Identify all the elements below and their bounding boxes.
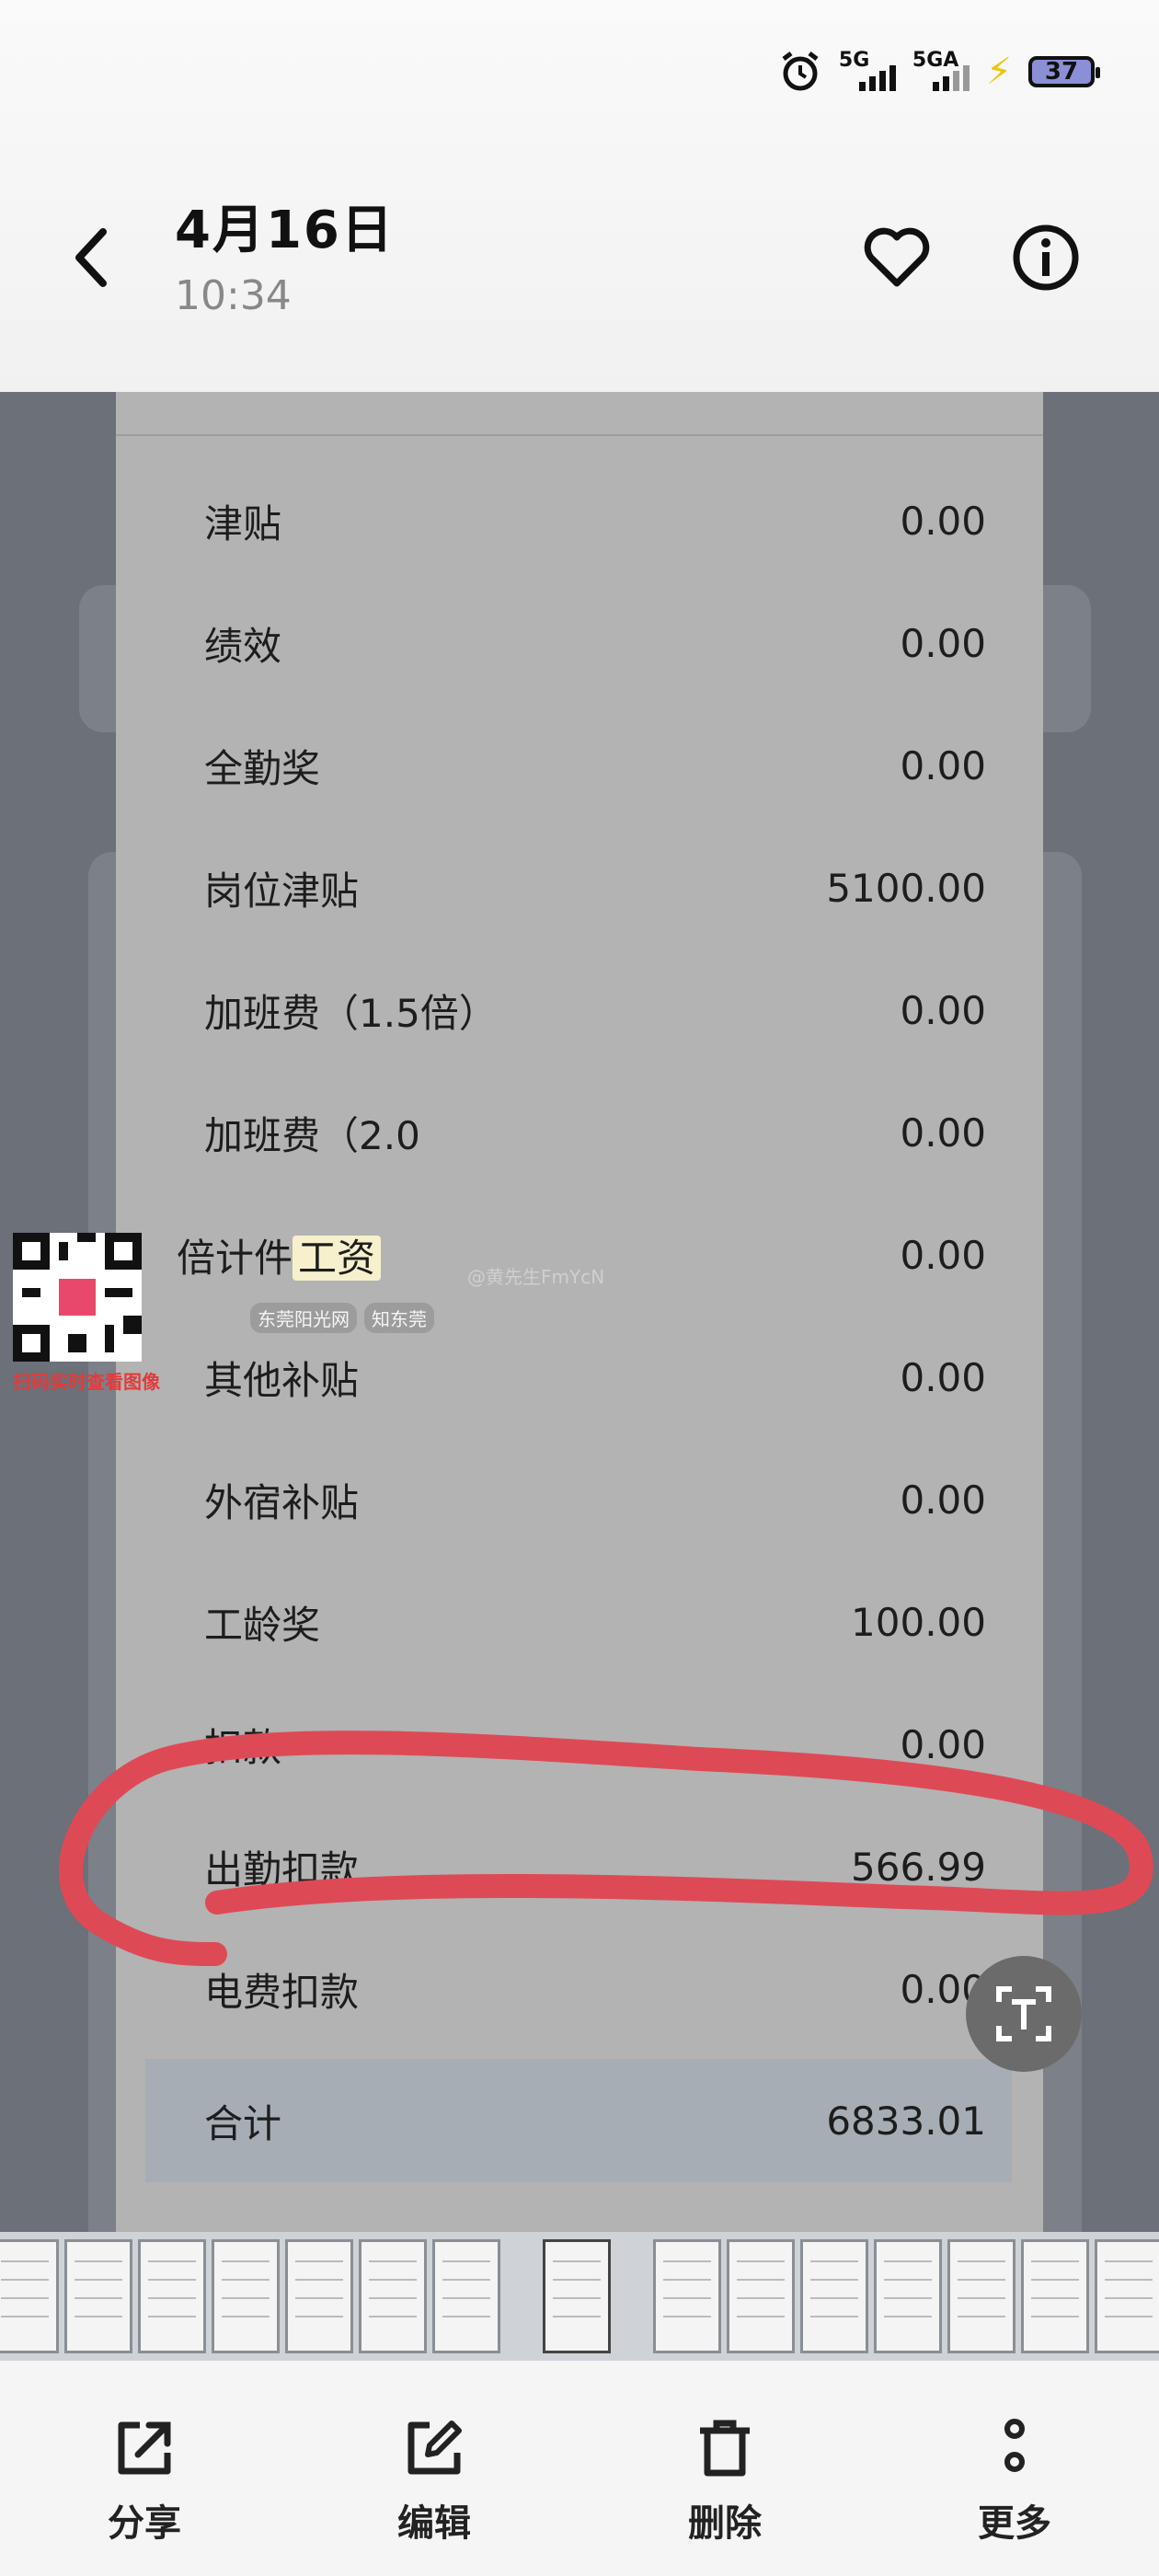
row-attendance-deduction: 出勤扣款 566.99 <box>204 1830 986 1903</box>
thumbnail[interactable] <box>727 2239 795 2353</box>
thumbnail[interactable] <box>800 2239 868 2353</box>
thumbnail[interactable] <box>212 2239 280 2353</box>
back-icon[interactable] <box>64 221 120 294</box>
signal-5g: 5G <box>839 49 896 95</box>
total-value: 6833.01 <box>826 2098 986 2144</box>
watermark-user: @黄先生FmYcN <box>467 1266 605 1288</box>
row-label: 外宿补贴 <box>204 1479 360 1525</box>
row-label: 岗位津贴 <box>204 868 360 914</box>
delete-label: 删除 <box>688 2502 762 2545</box>
row-electricity-deduction: 电费扣款 0.00 <box>204 1952 986 2026</box>
qr-caption: 扫码实时查看图像 <box>13 1371 160 1393</box>
status-bar: 5G 5GA ⚡ 37 <box>778 46 1100 98</box>
signal-5ga: 5GA <box>912 49 970 95</box>
edit-label: 编辑 <box>397 2502 471 2545</box>
more-label: 更多 <box>978 2502 1051 2545</box>
thumbnail[interactable] <box>653 2239 721 2353</box>
charging-icon: ⚡ <box>985 51 1012 93</box>
row-value: 0.00 <box>900 1721 986 1767</box>
row-label: 出勤扣款 <box>204 1846 360 1892</box>
thumbnail[interactable] <box>64 2239 132 2353</box>
info-icon[interactable] <box>1009 221 1083 294</box>
divider <box>116 434 1043 436</box>
row-value: 0.00 <box>900 987 986 1033</box>
row-other-subsidy: 其他补贴 0.00 <box>204 1340 986 1414</box>
row-position-allowance: 岗位津贴 5100.00 <box>204 851 986 925</box>
top-bar: 5G 5GA ⚡ 37 4月16日 10:34 <box>0 0 1159 392</box>
row-value: 0.00 <box>900 1110 986 1156</box>
battery-icon: 37 <box>1028 56 1100 87</box>
delete-icon <box>700 2420 750 2477</box>
row-value: 566.99 <box>851 1844 986 1890</box>
thumbnail[interactable] <box>0 2239 59 2353</box>
row-performance: 绩效 0.00 <box>204 606 986 680</box>
thumbnail[interactable] <box>947 2239 1016 2353</box>
row-label-highlight: 工资 <box>293 1235 382 1281</box>
row-value: 0.00 <box>900 498 986 544</box>
row-allowance: 津贴 0.00 <box>204 484 986 558</box>
page-title: 4月16日 <box>175 201 395 260</box>
row-overtime-1-5: 加班费（1.5倍） 0.00 <box>204 973 986 1047</box>
row-label: 电费扣款 <box>204 1969 360 2015</box>
row-value: 0.00 <box>900 620 986 666</box>
watermark-brands: 东莞阳光网 知东莞 <box>250 1303 434 1333</box>
thumbnail[interactable] <box>138 2239 206 2353</box>
row-label: 津贴 <box>204 500 282 546</box>
thumbnail[interactable] <box>1095 2239 1159 2353</box>
row-deduction: 扣款 0.00 <box>204 1708 986 1781</box>
row-label-prefix: 倍计件 <box>177 1235 293 1281</box>
row-value: 100.00 <box>851 1599 986 1645</box>
text-recognition-icon <box>996 1986 1051 2041</box>
more-button[interactable]: 更多 <box>923 2416 1107 2547</box>
row-seniority-bonus: 工龄奖 100.00 <box>204 1585 986 1659</box>
row-label: 绩效 <box>204 623 282 669</box>
total-row: 合计 6833.01 <box>145 2059 1012 2182</box>
total-content: 合计 6833.01 <box>204 2084 986 2157</box>
row-value: 0.00 <box>900 1477 986 1523</box>
favorite-icon[interactable] <box>860 221 934 294</box>
page-subtitle: 10:34 <box>175 272 292 319</box>
watermark-brand: 知东莞 <box>364 1303 434 1333</box>
row-attendance-bonus: 全勤奖 0.00 <box>204 729 986 802</box>
alarm-icon <box>782 52 819 91</box>
edit-button[interactable]: 编辑 <box>342 2416 526 2547</box>
row-label: 加班费（2.0 <box>204 1112 420 1158</box>
row-label: 工龄奖 <box>204 1602 321 1648</box>
share-button[interactable]: 分享 <box>52 2416 236 2547</box>
text-recognition-button[interactable] <box>966 1956 1082 2072</box>
row-value: 0.00 <box>900 742 986 788</box>
watermark-brand: 东莞阳光网 <box>250 1303 357 1333</box>
row-label: 加班费（1.5倍） <box>204 990 498 1036</box>
thumbnail-strip[interactable] <box>0 2232 1159 2361</box>
row-value: 5100.00 <box>826 865 986 911</box>
row-value: 0.00 <box>900 1354 986 1400</box>
more-icon <box>1004 2419 1025 2472</box>
total-label: 合计 <box>204 2100 282 2146</box>
bottom-toolbar: 分享 编辑 删除 更多 <box>0 2361 1159 2576</box>
thumbnail[interactable] <box>874 2239 942 2353</box>
thumbnail-current[interactable] <box>543 2239 611 2353</box>
row-label: 扣款 <box>204 1724 282 1770</box>
thumbnail[interactable] <box>432 2239 500 2353</box>
delete-button[interactable]: 删除 <box>633 2416 817 2547</box>
row-label: 全勤奖 <box>204 745 321 791</box>
row-value: 0.00 <box>900 1232 986 1278</box>
thumbnail[interactable] <box>285 2239 353 2353</box>
thumbnail[interactable] <box>1021 2239 1089 2353</box>
row-overtime-2-0: 加班费（2.0 0.00 <box>204 1096 986 1169</box>
thumbnail[interactable] <box>359 2239 427 2353</box>
edit-icon <box>407 2421 462 2475</box>
row-label: 其他补贴 <box>204 1357 360 1403</box>
qr-code <box>13 1233 142 1362</box>
row-label: 倍计件 工资 <box>177 1227 382 1283</box>
share-icon <box>118 2421 171 2475</box>
row-lodging-subsidy: 外宿补贴 0.00 <box>204 1463 986 1536</box>
share-label: 分享 <box>108 2502 181 2545</box>
battery-level: 37 <box>1044 58 1079 86</box>
